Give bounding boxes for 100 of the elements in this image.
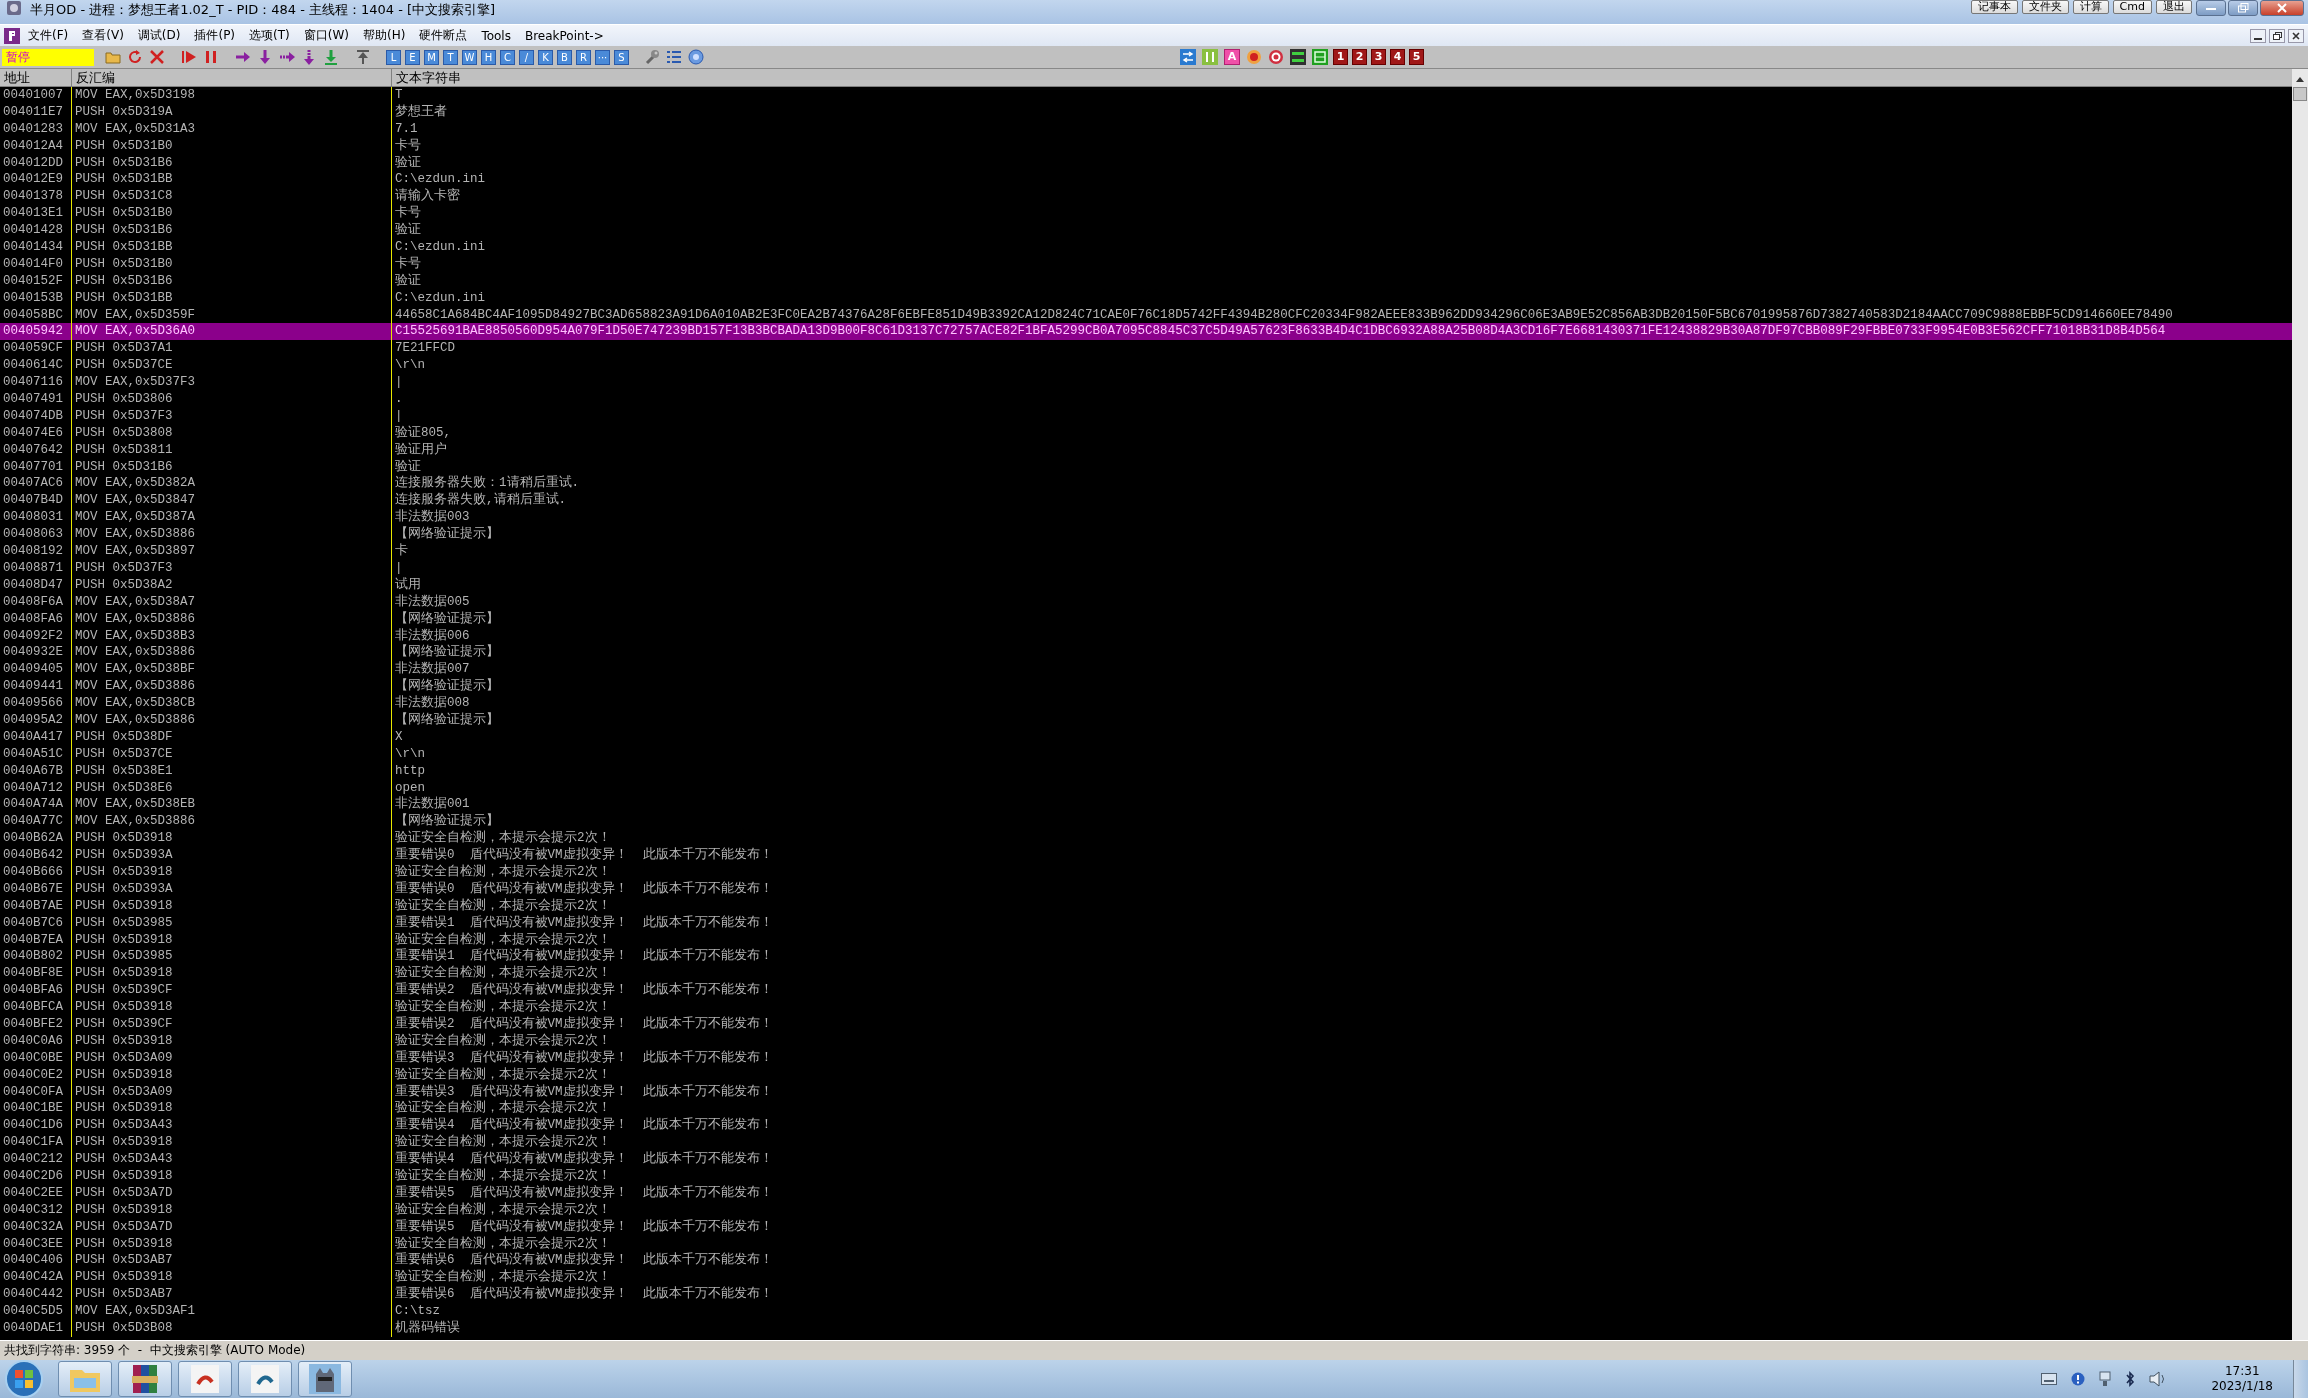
restart-icon[interactable] xyxy=(127,49,143,65)
string-row[interactable]: 0040A74A MOV EAX,0x5D38EB 非法数据001 xyxy=(0,796,2292,814)
string-row[interactable]: 0040C312 PUSH 0x5D3918 验证安全自检测，本提示会提示2次！ xyxy=(0,1201,2292,1219)
window-button[interactable]: R xyxy=(576,49,591,65)
column-header[interactable]: 文本字符串 xyxy=(392,69,2292,86)
string-row[interactable]: 0040932E MOV EAX,0x5D3886 【网络验证提示】 xyxy=(0,644,2292,662)
window-button[interactable]: ··· xyxy=(595,49,610,65)
clock-date[interactable]: 2023/1/18 xyxy=(2211,1379,2273,1394)
string-row[interactable]: 0040B666 PUSH 0x5D3918 验证安全自检测，本提示会提示2次！ xyxy=(0,863,2292,881)
window-button[interactable]: T xyxy=(443,49,458,65)
pause-icon[interactable] xyxy=(203,49,219,65)
string-row[interactable]: 004012E9 PUSH 0x5D31BB C:\ezdun.ini xyxy=(0,171,2292,189)
keyboard-icon[interactable] xyxy=(2041,1373,2058,1385)
taskbar-button[interactable] xyxy=(298,1361,352,1397)
string-row[interactable]: 004012DD PUSH 0x5D31B6 验证 xyxy=(0,154,2292,172)
menu-item[interactable]: 插件(P) xyxy=(194,27,236,44)
minimize-button[interactable] xyxy=(2250,28,2266,43)
trace-icon[interactable] xyxy=(301,49,317,65)
close-icon[interactable] xyxy=(149,49,165,65)
number-button[interactable]: 3 xyxy=(1371,49,1386,65)
scrollbar[interactable] xyxy=(2292,69,2308,1340)
quick-launch-button[interactable]: Cmd xyxy=(2112,0,2152,14)
string-row[interactable]: 0040C0E2 PUSH 0x5D3918 验证安全自检测，本提示会提示2次！ xyxy=(0,1066,2292,1084)
window-button[interactable]: M xyxy=(424,49,439,65)
string-row[interactable]: 004074E6 PUSH 0x5D3808 验证805, xyxy=(0,424,2292,442)
string-row[interactable]: 004095A2 MOV EAX,0x5D3886 【网络验证提示】 xyxy=(0,711,2292,729)
menu-item[interactable]: 查看(V) xyxy=(82,27,124,44)
menu-item[interactable]: 文件(F) xyxy=(28,27,69,44)
string-row[interactable]: 0040B802 PUSH 0x5D3985 重要错误1 盾代码没有被VM虚拟变异！ 此版本千万不能发布！ xyxy=(0,948,2292,966)
string-row[interactable]: 004011E7 PUSH 0x5D319A 梦想王者 xyxy=(0,103,2292,121)
quick-launch-button[interactable]: 文件夹 xyxy=(2021,0,2069,14)
close-button[interactable] xyxy=(2288,28,2304,43)
string-row[interactable]: 0040B7C6 PUSH 0x5D3985 重要错误1 盾代码没有被VM虚拟变异！ 此版本千万不能发布！ xyxy=(0,914,2292,932)
menu-item[interactable]: 选项(T) xyxy=(249,27,290,44)
number-button[interactable]: 5 xyxy=(1409,49,1424,65)
string-row[interactable]: 0040C0A6 PUSH 0x5D3918 验证安全自检测，本提示会提示2次！ xyxy=(0,1032,2292,1050)
menu-item[interactable]: 帮助(H) xyxy=(363,27,406,44)
menu-item[interactable]: BreakPoint-> xyxy=(524,28,604,43)
string-row[interactable]: 0040C406 PUSH 0x5D3AB7 重要错误6 盾代码没有被VM虚拟变异！ 此版本千万不能发布！ xyxy=(0,1252,2292,1270)
string-row[interactable]: 00409441 MOV EAX,0x5D3886 【网络验证提示】 xyxy=(0,678,2292,696)
string-row[interactable]: 0040614C PUSH 0x5D37CE \r\n xyxy=(0,357,2292,375)
string-row[interactable]: 00401428 PUSH 0x5D31B6 验证 xyxy=(0,222,2292,239)
string-row[interactable]: 0040B7AE PUSH 0x5D3918 验证安全自检测，本提示会提示2次！ xyxy=(0,897,2292,915)
string-row[interactable]: 004012A4 PUSH 0x5D31B0 卡号 xyxy=(0,137,2292,155)
scroll-thumb[interactable] xyxy=(2293,87,2307,101)
window-button[interactable]: K xyxy=(538,49,553,65)
string-row[interactable]: 0040B7EA PUSH 0x5D3918 验证安全自检测，本提示会提示2次！ xyxy=(0,931,2292,949)
string-row[interactable]: 004014F0 PUSH 0x5D31B0 卡号 xyxy=(0,255,2292,273)
string-row[interactable]: 00407642 PUSH 0x5D3811 验证用户 xyxy=(0,441,2292,459)
string-row[interactable]: 0040C3EE PUSH 0x5D3918 验证安全自检测，本提示会提示2次！ xyxy=(0,1235,2292,1253)
window-button[interactable]: B xyxy=(557,49,572,65)
string-row[interactable]: 0040C0BE PUSH 0x5D3A09 重要错误3 盾代码没有被VM虚拟变异！ 此版本千万不能发布！ xyxy=(0,1049,2292,1067)
string-row[interactable]: 00407B4D MOV EAX,0x5D3847 连接服务器失败,请稍后重试. xyxy=(0,492,2292,510)
window-button[interactable]: C xyxy=(500,49,515,65)
string-row[interactable]: 00408FA6 MOV EAX,0x5D3886 【网络验证提示】 xyxy=(0,610,2292,628)
string-row[interactable]: 004074DB PUSH 0x5D37F3 | xyxy=(0,407,2292,425)
window-button[interactable]: / xyxy=(519,49,534,65)
string-row[interactable]: 0040A67B PUSH 0x5D38E1 http xyxy=(0,762,2292,780)
menu-item[interactable]: Tools xyxy=(481,28,511,43)
number-button[interactable]: 1 xyxy=(1333,49,1348,65)
string-row[interactable]: 0040C5D5 MOV EAX,0x5D3AF1 C:\tsz xyxy=(0,1303,2292,1320)
quick-launch-button[interactable]: 记事本 xyxy=(1970,0,2018,14)
string-row[interactable]: 0040B62A PUSH 0x5D3918 验证安全自检测，本提示会提示2次！ xyxy=(0,830,2292,848)
string-row[interactable]: 0040C442 PUSH 0x5D3AB7 重要错误6 盾代码没有被VM虚拟变异！ 此版本千万不能发布！ xyxy=(0,1286,2292,1304)
string-row[interactable]: 00409566 MOV EAX,0x5D38CB 非法数据008 xyxy=(0,695,2292,712)
string-row[interactable] xyxy=(0,323,2292,341)
string-row[interactable]: 00407AC6 MOV EAX,0x5D382A 连接服务器失败：1请稍后重试. xyxy=(0,475,2292,493)
string-row[interactable]: 00401007 MOV EAX,0x5D3198 T xyxy=(0,87,2292,104)
swap-icon[interactable] xyxy=(1180,49,1196,65)
string-row[interactable]: 00407116 MOV EAX,0x5D37F3 | xyxy=(0,374,2292,392)
menu-item[interactable]: 调试(D) xyxy=(137,27,181,44)
clock-time[interactable]: 17:31 xyxy=(2224,1364,2260,1379)
play-icon[interactable] xyxy=(181,49,197,65)
string-row[interactable]: 0040C2D6 PUSH 0x5D3918 验证安全自检测，本提示会提示2次！ xyxy=(0,1168,2292,1185)
string-row[interactable]: 004059CF PUSH 0x5D37A1 7E21FFCD xyxy=(0,340,2292,358)
menu-item[interactable]: 硬件断点 xyxy=(419,27,468,44)
string-row[interactable]: 0040BFCA PUSH 0x5D3918 验证安全自检测，本提示会提示2次！ xyxy=(0,999,2292,1016)
string-row[interactable]: 00401434 PUSH 0x5D31BB C:\ezdun.ini xyxy=(0,239,2292,256)
step-over-icon[interactable] xyxy=(257,49,273,65)
record-icon[interactable] xyxy=(1246,49,1262,65)
close-button[interactable] xyxy=(2260,0,2304,16)
string-row[interactable]: 00407701 PUSH 0x5D31B6 验证 xyxy=(0,458,2292,476)
list-icon[interactable] xyxy=(666,49,682,65)
string-row[interactable]: 0040BFE2 PUSH 0x5D39CF 重要错误2 盾代码没有被VM虚拟变异！ 此版本千万不能发布！ xyxy=(0,1016,2292,1033)
string-row[interactable]: 0040C2EE PUSH 0x5D3A7D 重要错误5 盾代码没有被VM虚拟变异！ 此版本千万不能发布！ xyxy=(0,1184,2292,1202)
string-row[interactable]: 0040153B PUSH 0x5D31BB C:\ezdun.ini xyxy=(0,289,2292,307)
string-row[interactable]: 00408063 MOV EAX,0x5D3886 【网络验证提示】 xyxy=(0,526,2292,544)
column-header[interactable]: 反汇编 xyxy=(72,69,392,86)
wrench-icon[interactable] xyxy=(644,49,660,65)
string-row[interactable]: 0040BFA6 PUSH 0x5D39CF 重要错误2 盾代码没有被VM虚拟变异！ 此版本千万不能发布！ xyxy=(0,982,2292,1000)
string-row[interactable]: 0040A417 PUSH 0x5D38DF X xyxy=(0,728,2292,746)
menu-item[interactable]: 窗口(W) xyxy=(303,27,349,44)
grid-icon[interactable] xyxy=(1312,49,1328,65)
string-row[interactable]: 0040DAE1 PUSH 0x5D3B08 机器码错误 xyxy=(0,1320,2292,1337)
string-row[interactable]: 00408F6A MOV EAX,0x5D38A7 非法数据005 xyxy=(0,593,2292,611)
window-button[interactable]: H xyxy=(481,49,496,65)
string-row[interactable]: 0040C1FA PUSH 0x5D3918 验证安全自检测，本提示会提示2次！ xyxy=(0,1134,2292,1152)
string-row[interactable]: 00401378 PUSH 0x5D31C8 请输入卡密 xyxy=(0,188,2292,206)
string-row[interactable]: 0040C42A PUSH 0x5D3918 验证安全自检测，本提示会提示2次！ xyxy=(0,1269,2292,1287)
number-button[interactable]: 4 xyxy=(1390,49,1405,65)
